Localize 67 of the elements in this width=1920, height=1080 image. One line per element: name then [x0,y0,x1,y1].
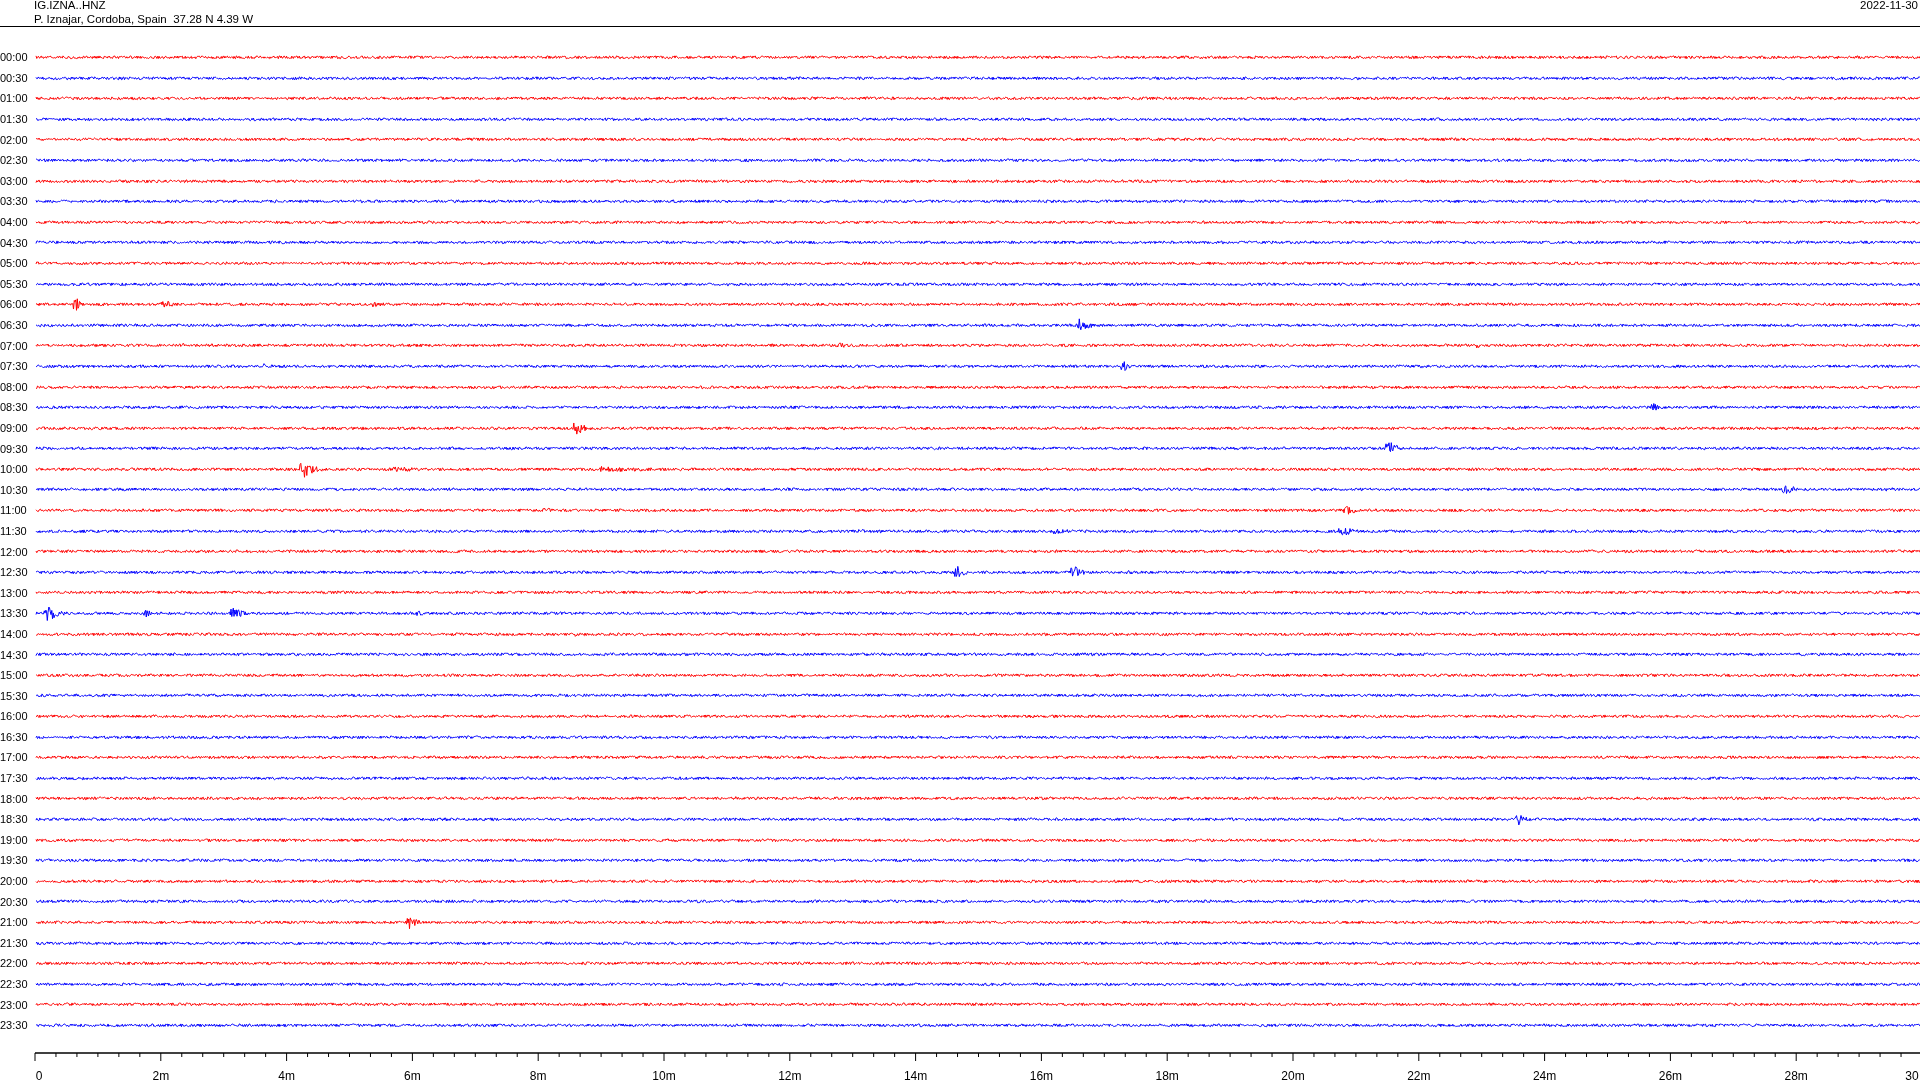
time-label: 11:00 [0,504,28,517]
time-label: 15:30 [0,689,29,702]
time-label: 12:30 [0,566,29,579]
time-label: 17:00 [0,751,29,764]
time-label: 02:00 [0,133,29,146]
time-label: 21:30 [0,936,29,949]
time-label: 05:30 [0,277,29,290]
time-label: 00:30 [0,71,29,84]
axis-tick-label: 18m [1155,1068,1179,1080]
time-label: 19:00 [0,833,29,846]
axis-tick-label: 24m [1532,1068,1557,1080]
axis-tick-label: 20m [1281,1068,1305,1080]
time-label: 16:30 [0,730,29,743]
time-label: 18:30 [0,813,29,826]
time-label: 23:30 [0,1019,29,1032]
time-label: 06:00 [0,298,29,311]
axis-tick-label: 14m [903,1068,928,1080]
time-label: 23:00 [0,998,29,1011]
axis-tick-label: 4m [278,1068,295,1080]
time-label: 00:00 [0,51,29,64]
time-label: 09:30 [0,442,29,455]
time-label: 07:30 [0,360,29,373]
time-label: 04:00 [0,216,29,229]
time-label: 17:30 [0,772,29,785]
time-label: 09:00 [0,422,29,434]
axis-tick-label: 6m [404,1068,421,1080]
station-location: P. Iznajar, Cordoba, Spain 37.28 N 4.39 W [34,12,254,26]
station-code: IG.IZNA..HNZ [34,0,107,12]
time-label: 04:30 [0,236,29,249]
axis-tick-label: 16m [1029,1068,1054,1080]
time-label: 20:30 [0,895,29,908]
time-label: 14:30 [0,648,29,661]
time-label: 06:30 [0,319,29,331]
time-label: 01:00 [0,92,29,105]
time-label: 14:00 [0,627,29,640]
axis-tick-label: 28m [1784,1068,1808,1080]
time-label: 10:00 [0,463,29,476]
axis-tick-label: 12m [778,1068,802,1080]
axis-tick-label: 30 [1905,1068,1919,1080]
time-label: 21:00 [0,916,29,929]
time-label: 11:30 [0,524,28,537]
time-label: 18:00 [0,792,29,805]
time-label: 16:00 [0,710,29,723]
time-label: 13:00 [0,586,29,599]
axis-tick-label: 22m [1407,1068,1431,1080]
time-label: 10:30 [0,483,29,496]
time-label: 15:00 [0,669,29,682]
time-label: 01:30 [0,113,29,126]
time-label: 22:30 [0,978,29,990]
time-label: 03:30 [0,195,29,208]
axis-tick-label: 26m [1658,1068,1683,1080]
axis-tick-label: 2m [152,1068,170,1080]
plot-date: 2022-11-30 [1860,0,1918,13]
time-label: 07:00 [0,339,29,352]
axis-tick-label: 8m [529,1068,547,1080]
time-label: 05:00 [0,257,29,270]
time-label: 20:00 [0,875,29,888]
time-label: 08:30 [0,401,29,414]
axis-tick-label: 0 [35,1068,43,1080]
axis-tick-label: 10m [652,1068,676,1080]
time-label: 19:30 [0,854,29,867]
time-label: 03:00 [0,174,29,187]
time-label: 22:00 [0,957,29,970]
time-label: 02:30 [0,154,29,167]
time-label: 12:00 [0,545,29,558]
time-label: 13:30 [0,607,29,620]
time-label: 08:00 [0,380,29,393]
